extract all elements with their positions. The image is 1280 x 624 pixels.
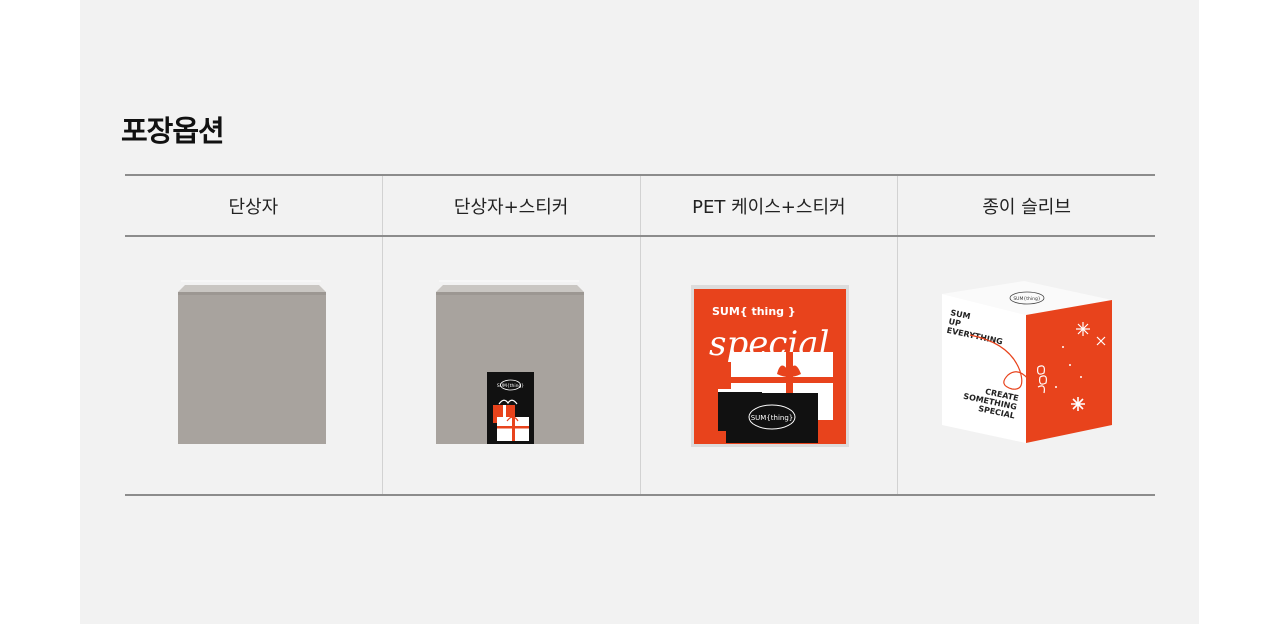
option-cell-plain-box (125, 237, 383, 494)
table-header-row: 단상자 단상자+스티커 PET 케이스+스티커 종이 슬리브 (125, 176, 1155, 237)
box-sticker-image: SUM{thing} (435, 280, 584, 444)
paper-sleeve-image: SUM{thing} SUM UP EVERYTHING CREATE SOME… (942, 281, 1113, 443)
option-header-pet-case-sticker: PET 케이스+스티커 (641, 176, 899, 235)
option-header-paper-sleeve: 종이 슬리브 (982, 196, 1071, 218)
pet-sticker-logo: SUM{thing} (750, 414, 793, 422)
option-header-box-sticker: 단상자+스티커 (383, 176, 641, 235)
option-header-plain-box: 단상자 (125, 176, 383, 235)
table-image-row: SUM{thing} SUM{ thing } special SUM{thin… (125, 237, 1155, 494)
plain-box-image (178, 280, 326, 444)
packaging-options-table: 단상자 단상자+스티커 PET 케이스+스티커 종이 슬리브 SUM{thing… (125, 174, 1155, 496)
sticker-logo: SUM{thing} (497, 383, 524, 389)
sleeve-top-logo: SUM{thing} (1014, 296, 1041, 302)
option-cell-pet-case: SUM{ thing } special SUM{thing} (641, 237, 899, 494)
pet-brand-text: SUM{ thing } (712, 305, 796, 318)
page-title: 포장옵션 (121, 114, 225, 148)
pet-case-image: SUM{ thing } special SUM{thing} (690, 285, 849, 447)
option-cell-box-sticker: SUM{thing} (383, 237, 641, 494)
option-cell-paper-sleeve: SUM{thing} SUM UP EVERYTHING CREATE SOME… (898, 237, 1155, 494)
